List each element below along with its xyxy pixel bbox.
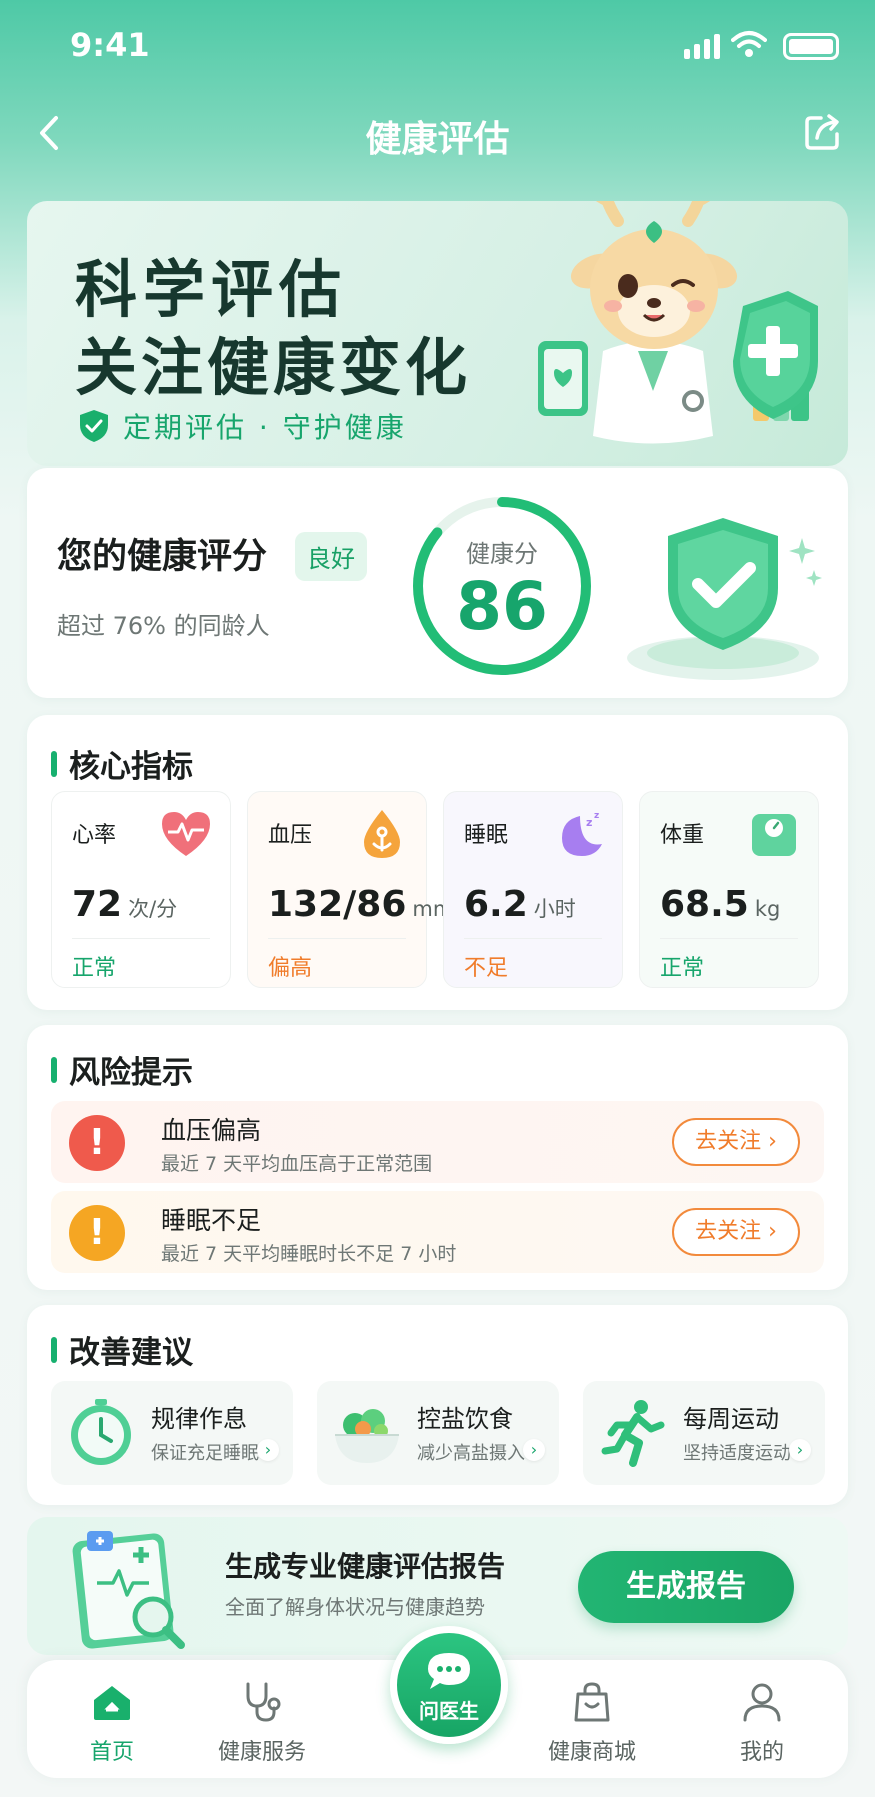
risk-desc: 最近 7 天平均血压高于正常范围 — [161, 1153, 433, 1175]
chat-bubble-icon — [428, 1653, 470, 1689]
metrics-title: 核心指标 — [69, 749, 193, 785]
metric-name: 睡眠 — [464, 823, 509, 848]
tab-profile[interactable]: 我的 — [677, 1680, 847, 1766]
page-title: 健康评估 — [365, 119, 510, 160]
metric-value: 72 次/分 — [72, 884, 178, 925]
metric-status: 正常 — [660, 956, 705, 981]
risk-title: 睡眠不足 — [161, 1206, 262, 1235]
advice-desc: 保证充足睡眠 — [151, 1443, 259, 1464]
score-badge: 良好 — [295, 532, 367, 581]
banner-headline-1: 科学评估 — [75, 253, 348, 326]
tab-label: 我的 — [739, 1740, 784, 1765]
shield-check-icon — [80, 410, 108, 442]
home-icon — [94, 1686, 130, 1720]
metric-blood-pressure[interactable]: 血压 132/86mmHg 偏高 — [247, 791, 482, 988]
advice-desc: 坚持适度运动 — [683, 1443, 791, 1464]
status-time: 9:41 — [70, 26, 150, 64]
risks-title: 风险提示 — [69, 1055, 193, 1091]
chevron-right-icon: › — [523, 1439, 545, 1461]
core-metrics-card: 核心指标 心率 72次/分 正常 血压 132/86mmHg 偏高 睡眠 z z… — [27, 715, 848, 1010]
clock-icon — [71, 1399, 131, 1465]
bottom-tab-bar: 首页 健康服务 问医生 健康商城 我的 — [27, 1626, 848, 1778]
moon-icon: z z — [562, 811, 602, 856]
banner-headline-2: 关注健康变化 — [75, 331, 472, 404]
advice-item-diet[interactable]: 控盐饮食 减少高盐摄入 › — [317, 1381, 559, 1485]
wifi-icon — [731, 31, 767, 57]
risk-item-blood-pressure[interactable]: ! 血压偏高 最近 7 天平均血压高于正常范围 去关注 › — [51, 1101, 824, 1183]
deer-doctor-mascot-illustration — [538, 201, 818, 444]
advice-item-exercise[interactable]: 每周运动 坚持适度运动 › — [583, 1381, 825, 1485]
risk-item-sleep[interactable]: ! 睡眠不足 最近 7 天平均睡眠时长不足 7 小时 去关注 › — [51, 1191, 824, 1273]
svg-text:z: z — [594, 811, 599, 821]
status-bar: 9:41 — [0, 0, 875, 90]
tab-label: 健康服务 — [217, 1740, 306, 1765]
scale-icon — [752, 814, 796, 856]
tab-ask-doctor[interactable]: 问医生 — [390, 1626, 508, 1744]
signal-icon — [684, 34, 720, 59]
medical-report-illustration — [72, 1531, 185, 1649]
svg-text:z: z — [586, 816, 592, 829]
tab-label: 首页 — [89, 1740, 134, 1765]
battery-icon — [783, 33, 839, 60]
follow-button[interactable]: 去关注 › — [672, 1118, 800, 1166]
risk-title: 血压偏高 — [161, 1116, 262, 1145]
risks-section-title: 风险提示 — [51, 1047, 193, 1092]
heart-icon — [162, 812, 210, 856]
health-score-card: 您的健康评分 良好 超过 76% 的同龄人 健康分 86 — [27, 468, 848, 698]
score-value: 86 — [456, 568, 548, 645]
nav-bar: 健康评估 — [0, 100, 875, 170]
shopping-bag-icon — [574, 1682, 610, 1722]
metric-heart-rate[interactable]: 心率 72 次/分 正常 — [51, 791, 231, 988]
advice-title: 改善建议 — [69, 1335, 193, 1371]
metric-weight[interactable]: 体重 68.5 kg 正常 — [639, 791, 819, 988]
tab-health-mall[interactable]: 健康商城 — [507, 1680, 677, 1766]
chevron-right-icon: › — [789, 1439, 811, 1461]
blood-drop-icon — [364, 810, 400, 858]
chevron-right-icon: › — [257, 1439, 279, 1461]
banner-tagline: 定期评估 · 守护健康 — [77, 406, 407, 446]
metric-name: 血压 — [268, 823, 313, 848]
advice-title-text: 控盐饮食 — [417, 1405, 513, 1433]
score-percentile: 超过 76% 的同龄人 — [57, 612, 270, 640]
tab-health-service[interactable]: 健康服务 — [177, 1680, 347, 1766]
tab-label: 健康商城 — [547, 1740, 636, 1765]
score-ring-label: 健康分 — [466, 540, 538, 568]
banner-tagline-text: 定期评估 · 守护健康 — [123, 411, 407, 444]
report-title: 生成专业健康评估报告 — [225, 1550, 506, 1583]
improvement-advice-card: 改善建议 规律作息 保证充足睡眠 › 控盐饮食 减少高盐摄入 › 每周运动 坚持… — [27, 1305, 848, 1505]
metric-status: 偏高 — [268, 956, 313, 981]
advice-title-text: 每周运动 — [683, 1405, 779, 1433]
running-person-icon — [601, 1400, 665, 1467]
generate-report-button[interactable]: 生成报告 — [578, 1551, 794, 1623]
metric-status: 正常 — [72, 956, 117, 981]
risk-desc: 最近 7 天平均睡眠时长不足 7 小时 — [161, 1243, 457, 1265]
advice-desc: 减少高盐摄入 — [417, 1443, 525, 1464]
metric-sleep[interactable]: 睡眠 z z 6.2 小时 不足 — [443, 791, 623, 988]
advice-item-routine[interactable]: 规律作息 保证充足睡眠 › — [51, 1381, 293, 1485]
shield-check-illustration — [627, 518, 822, 680]
tab-label: 问医生 — [419, 1699, 479, 1723]
user-icon — [743, 1683, 781, 1722]
alert-icon: ! — [69, 1115, 125, 1171]
salad-bowl-icon — [335, 1409, 399, 1463]
risk-alerts-card: 风险提示 ! 血压偏高 最近 7 天平均血压高于正常范围 去关注 › ! 睡眠不… — [27, 1025, 848, 1290]
share-icon[interactable] — [801, 110, 845, 154]
metric-name: 心率 — [72, 823, 117, 848]
stethoscope-icon — [246, 1682, 281, 1722]
alert-icon: ! — [69, 1205, 125, 1261]
metric-status: 不足 — [464, 956, 509, 981]
follow-button[interactable]: 去关注 › — [672, 1208, 800, 1256]
metrics-section-title: 核心指标 — [51, 741, 193, 786]
metric-value: 6.2 小时 — [464, 884, 576, 925]
hero-banner: 科学评估 关注健康变化 定期评估 · 守护健康 — [27, 201, 848, 466]
advice-section-title: 改善建议 — [51, 1327, 193, 1372]
tab-home[interactable]: 首页 — [27, 1680, 197, 1766]
score-label: 您的健康评分 — [57, 537, 268, 577]
metric-name: 体重 — [660, 823, 705, 848]
metric-value: 68.5 kg — [660, 884, 781, 925]
report-desc: 全面了解身体状况与健康趋势 — [225, 1595, 485, 1619]
advice-title-text: 规律作息 — [151, 1405, 247, 1433]
